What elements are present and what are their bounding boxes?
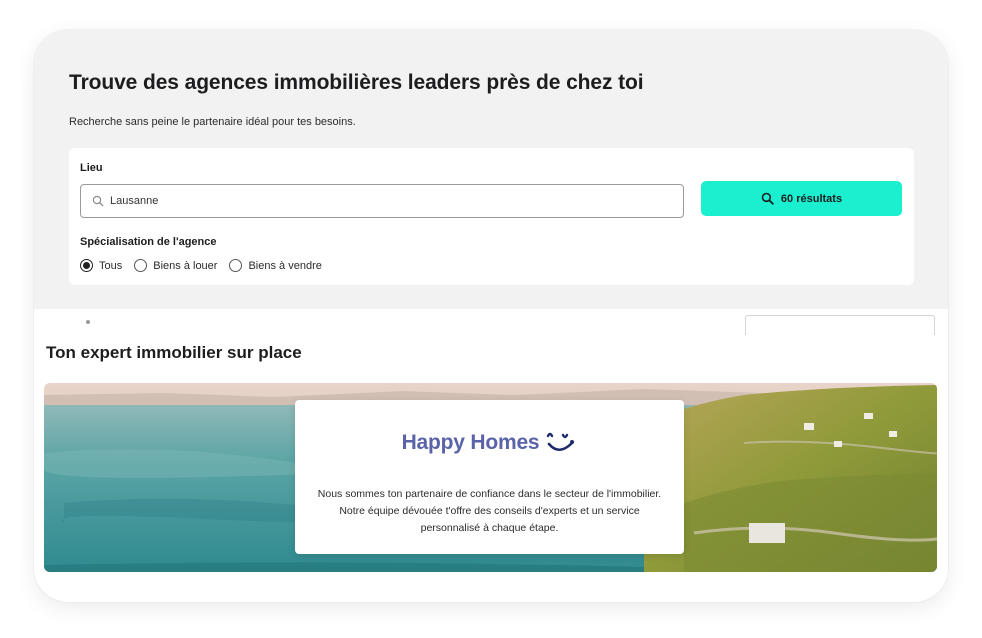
location-label: Lieu — [80, 162, 103, 174]
brand-logo: Happy Homes — [295, 430, 684, 456]
radio-button[interactable] — [229, 259, 243, 272]
radio-label: Biens à louer — [153, 259, 218, 272]
smile-logo-icon — [545, 430, 577, 456]
agency-info-card: Happy Homes Nous sommes ton partenaire d… — [295, 400, 684, 554]
page-title: Trouve des agences immobilières leaders … — [69, 71, 644, 94]
brand-name: Happy Homes — [401, 431, 540, 454]
section-title: Ton expert immobilier sur place — [46, 343, 302, 362]
partial-card[interactable] — [745, 315, 935, 335]
results-button[interactable]: 60 résultats — [701, 181, 902, 216]
location-input[interactable]: Lausanne — [80, 184, 684, 218]
radio-button[interactable] — [80, 259, 93, 272]
expert-section: Ton expert immobilier sur place Happy Ho… — [34, 309, 948, 602]
results-button-label: 60 résultats — [780, 192, 843, 205]
radio-option-biens-a-louer[interactable]: Biens à louer — [134, 259, 217, 272]
radio-option-tous[interactable]: Tous — [80, 259, 122, 272]
radio-label: Biens à vendre — [248, 259, 322, 272]
specialization-radio-group: Tous Biens à louer Biens à vendre — [80, 259, 322, 272]
search-card: Lieu Lausanne 60 résultats Spécialisatio… — [69, 148, 914, 285]
partial-element — [86, 320, 90, 324]
radio-label: Tous — [99, 259, 123, 272]
agency-description: Nous sommes ton partenaire de confiance … — [317, 488, 662, 534]
search-icon — [92, 195, 104, 207]
app-frame: Trouve des agences immobilières leaders … — [34, 30, 948, 602]
location-value: Lausanne — [110, 195, 159, 207]
search-icon — [761, 192, 774, 205]
radio-button[interactable] — [134, 259, 148, 272]
radio-option-biens-a-vendre[interactable]: Biens à vendre — [229, 259, 322, 272]
agency-banner[interactable]: Happy Homes Nous sommes ton partenaire d… — [44, 383, 937, 572]
specialization-label: Spécialisation de l'agence — [80, 236, 217, 248]
search-section: Trouve des agences immobilières leaders … — [34, 30, 948, 309]
page-subtitle: Recherche sans peine le partenaire idéal… — [69, 116, 356, 128]
